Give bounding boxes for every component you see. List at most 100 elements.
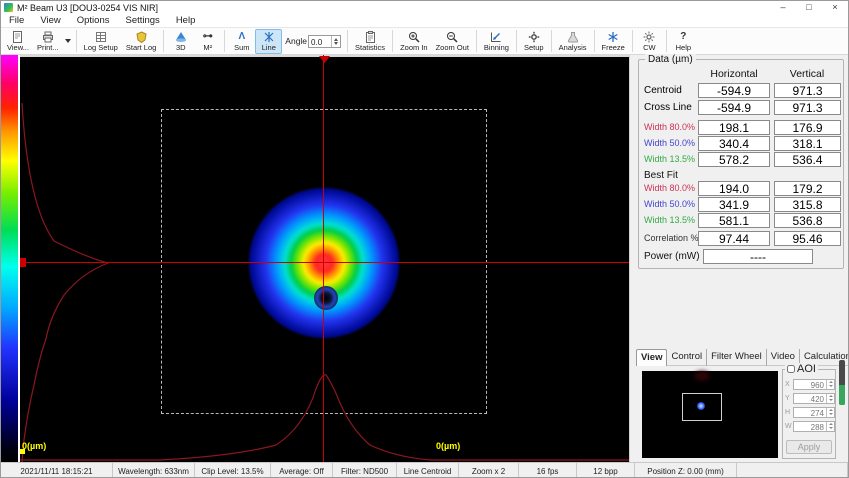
log-setup-icon [95,31,107,43]
help-icon: ? [680,31,686,43]
aoi-checkbox[interactable] [787,365,795,373]
aoi-x-spin-arrows[interactable] [826,380,834,389]
menu-file[interactable]: File [1,14,32,28]
data-groupbox: Data (µm) Horizontal Vertical Centroid -… [638,59,844,269]
value-centroid-h: -594.9 [698,83,770,98]
window-title: M² Beam U3 [DOU3-0254 VIS NIR] [17,3,158,13]
start-log-button[interactable]: Start Log [122,29,160,54]
bestfit-row-width135: Width 13.5% 581.1 536.8 [639,213,845,228]
data-row-power: Power (mW) ---- [639,249,845,264]
value-bf-width50-v: 315.8 [774,197,841,212]
log-setup-button[interactable]: Log Setup [80,29,122,54]
print-button[interactable]: Print... [33,29,63,54]
freeze-button[interactable]: Freeze [598,29,629,54]
gain-slider[interactable] [839,360,845,405]
app-icon [4,3,13,12]
aoi-field-h: H 274 [785,406,835,418]
line-button[interactable]: Line [255,29,282,54]
angle-spin-arrows[interactable] [331,36,340,47]
aoi-y-spinner[interactable]: 420 [793,393,835,404]
aoi-field-y: Y 420 [785,392,835,404]
value-correlation-v: 95.46 [774,231,841,246]
value-correlation-h: 97.44 [698,231,770,246]
minimize-button[interactable]: – [770,1,796,14]
aoi-w-spinner[interactable]: 288 [793,421,835,432]
status-datetime: 2021/11/11 18:15:21 [1,463,113,478]
tab-view[interactable]: View [636,349,667,366]
vertical-profile-curve [22,103,108,462]
gain-slider-fill [839,385,845,405]
aoi-x-spinner[interactable]: 960 [793,379,835,390]
aoi-h-spinner[interactable]: 274 [793,407,835,418]
cw-button[interactable]: CW [636,29,663,54]
toolbar-separator [163,30,164,52]
tab-control[interactable]: Control [667,349,707,366]
close-button[interactable]: × [822,1,848,14]
menu-view[interactable]: View [32,14,68,28]
m-squared-button[interactable]: ⊶ M² [194,29,221,54]
toolbar-separator [392,30,393,52]
value-power: ---- [703,249,813,264]
data-row-width50: Width 50.0% 340.4 318.1 [639,136,845,151]
line-profiles-icon [263,31,275,43]
toolbar: View... Print... Log Setup Start Log [1,28,848,55]
statistics-button[interactable]: Statistics [351,29,389,54]
view-button[interactable]: View... [3,29,33,54]
angle-spinner[interactable]: 0.0 [308,35,341,48]
beam-image-area[interactable]: 0(µm) 0(µm) [20,55,629,462]
cw-sun-icon [643,31,655,43]
binning-button[interactable]: Binning [480,29,513,54]
menu-help[interactable]: Help [168,14,204,28]
value-centroid-v: 971.3 [774,83,841,98]
value-bf-width135-h: 581.1 [698,213,770,228]
sum-peak-icon: Λ [238,31,245,43]
intensity-colorbar [1,55,18,462]
sum-button[interactable]: Λ Sum [228,29,255,54]
aoi-w-spin-arrows[interactable] [826,422,834,431]
freeze-icon [607,31,619,43]
status-position-z: Position Z: 0.00 (mm) [635,463,737,478]
camera-preview[interactable] [642,371,778,458]
toolbar-separator [551,30,552,52]
aoi-y-spin-arrows[interactable] [826,394,834,403]
status-average: Average: Off [271,463,333,478]
crosshair-horizontal[interactable] [20,262,629,263]
3d-cone-icon [175,31,187,43]
vertical-axis-label: 0(µm) [22,441,46,451]
menu-settings[interactable]: Settings [117,14,167,28]
value-width50-h: 340.4 [698,136,770,151]
m-squared-icon: ⊶ [203,31,213,43]
aoi-title: AOI [797,363,816,375]
status-zoom: Zoom x 2 [459,463,519,478]
zoom-out-button[interactable]: Zoom Out [432,29,473,54]
analysis-button[interactable]: Analysis [555,29,591,54]
help-button[interactable]: ? Help [670,29,697,54]
preview-beam-dot [697,402,705,410]
bestfit-row-width80: Width 80.0% 194.0 179.2 [639,181,845,196]
3d-button[interactable]: 3D [167,29,194,54]
maximize-button[interactable]: □ [796,1,822,14]
setup-button[interactable]: Setup [520,29,548,54]
menu-options[interactable]: Options [69,14,118,28]
data-row-width80: Width 80.0% 198.1 176.9 [639,120,845,135]
crosshair-vertical[interactable] [323,55,324,462]
document-view-icon [12,31,23,43]
status-clip-level: Clip Level: 13.5% [195,463,271,478]
horizontal-axis-label: 0(µm) [436,441,460,451]
zoom-in-button[interactable]: Zoom In [396,29,432,54]
bestfit-row-width50: Width 50.0% 341.9 315.8 [639,197,845,212]
aoi-apply-button[interactable]: Apply [786,440,832,454]
value-bf-width80-v: 179.2 [774,181,841,196]
menu-bar: File View Options Settings Help [1,14,848,28]
tab-filter-wheel[interactable]: Filter Wheel [707,349,767,366]
value-crossline-v: 971.3 [774,100,841,115]
toolbar-separator [666,30,667,52]
status-wavelength: Wavelength: 633nm [113,463,195,478]
best-fit-section: Best Fit [639,168,845,180]
aoi-h-spin-arrows[interactable] [826,408,834,417]
print-dropdown-arrow[interactable] [65,39,71,43]
toolbar-separator [594,30,595,52]
angle-value[interactable]: 0.0 [309,36,331,47]
aoi-group: AOI X 960 Y 420 H 274 W 288 Apply [782,369,836,459]
angle-control: Angle 0.0 [285,35,341,48]
